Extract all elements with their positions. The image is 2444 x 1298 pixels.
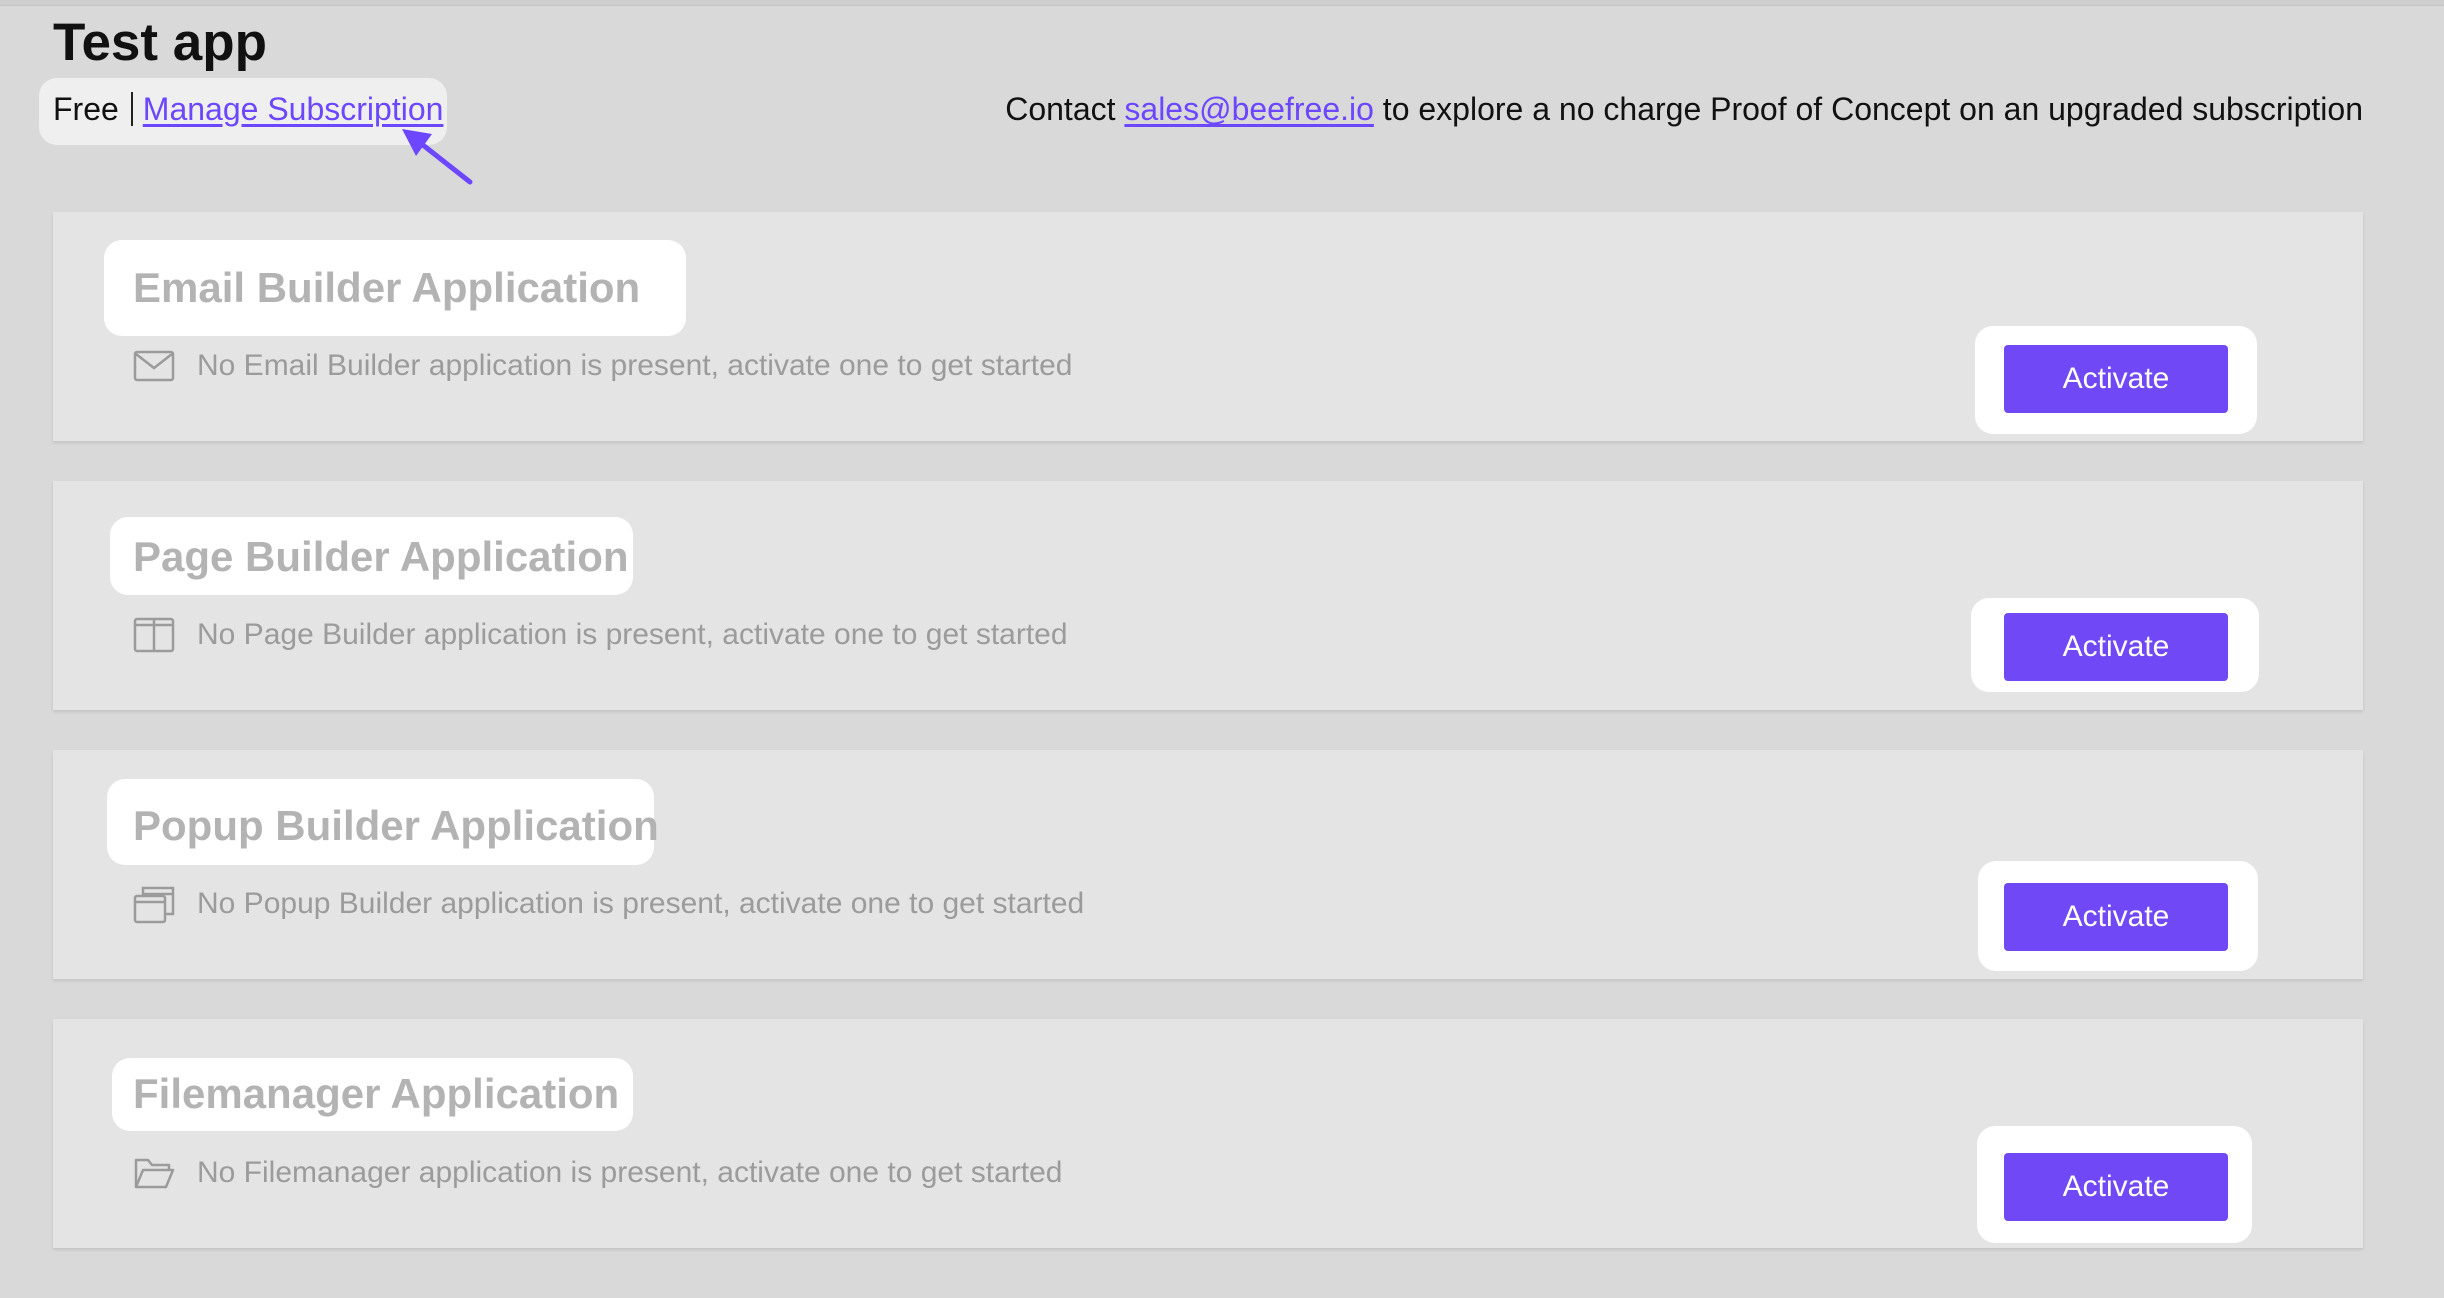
page-builder-card: Page Builder Application No Page Builder… [53, 481, 2363, 710]
activate-email-builder-button[interactable]: Activate [2004, 345, 2228, 413]
card-message-text: No Email Builder application is present,… [197, 349, 1073, 382]
filemanager-card: Filemanager Application No Filemanager a… [53, 1019, 2363, 1248]
plan-info: Free Manage Subscription [53, 87, 443, 131]
card-message: No Popup Builder application is present,… [133, 884, 1084, 924]
page-title: Test app [53, 13, 267, 72]
activate-page-builder-button[interactable]: Activate [2004, 613, 2228, 681]
card-title: Page Builder Application [133, 533, 629, 580]
card-message-text: No Popup Builder application is present,… [197, 887, 1085, 920]
card-message: No Email Builder application is present,… [133, 346, 1072, 386]
plan-name: Free [53, 91, 119, 127]
contact-suffix: to explore a no charge Proof of Concept … [1382, 91, 2363, 127]
email-builder-card: Email Builder Application No Email Build… [53, 212, 2363, 441]
envelope-icon [133, 346, 175, 386]
pointer-arrow-icon [402, 129, 473, 185]
popup-windows-icon [133, 884, 175, 924]
card-message: No Page Builder application is present, … [133, 615, 1068, 655]
card-message: No Filemanager application is present, a… [133, 1153, 1063, 1193]
contact-message: Contact sales@beefree.io to explore a no… [1005, 87, 2363, 131]
contact-prefix: Contact [1005, 91, 1116, 127]
manage-subscription-link[interactable]: Manage Subscription [143, 91, 444, 127]
activate-popup-builder-button[interactable]: Activate [2004, 883, 2228, 951]
card-message-text: No Page Builder application is present, … [197, 618, 1068, 651]
card-title: Filemanager Application [133, 1070, 620, 1117]
page-layout-icon [133, 615, 175, 655]
card-title: Popup Builder Application [133, 802, 659, 849]
plan-separator [130, 92, 133, 126]
activate-filemanager-button[interactable]: Activate [2004, 1153, 2228, 1221]
popup-builder-card: Popup Builder Application No Popup Build… [53, 750, 2363, 979]
card-message-text: No Filemanager application is present, a… [197, 1156, 1063, 1189]
card-title: Email Builder Application [133, 264, 641, 311]
top-border [0, 0, 2444, 6]
sales-email-link[interactable]: sales@beefree.io [1124, 91, 1374, 127]
folder-icon [133, 1153, 175, 1193]
